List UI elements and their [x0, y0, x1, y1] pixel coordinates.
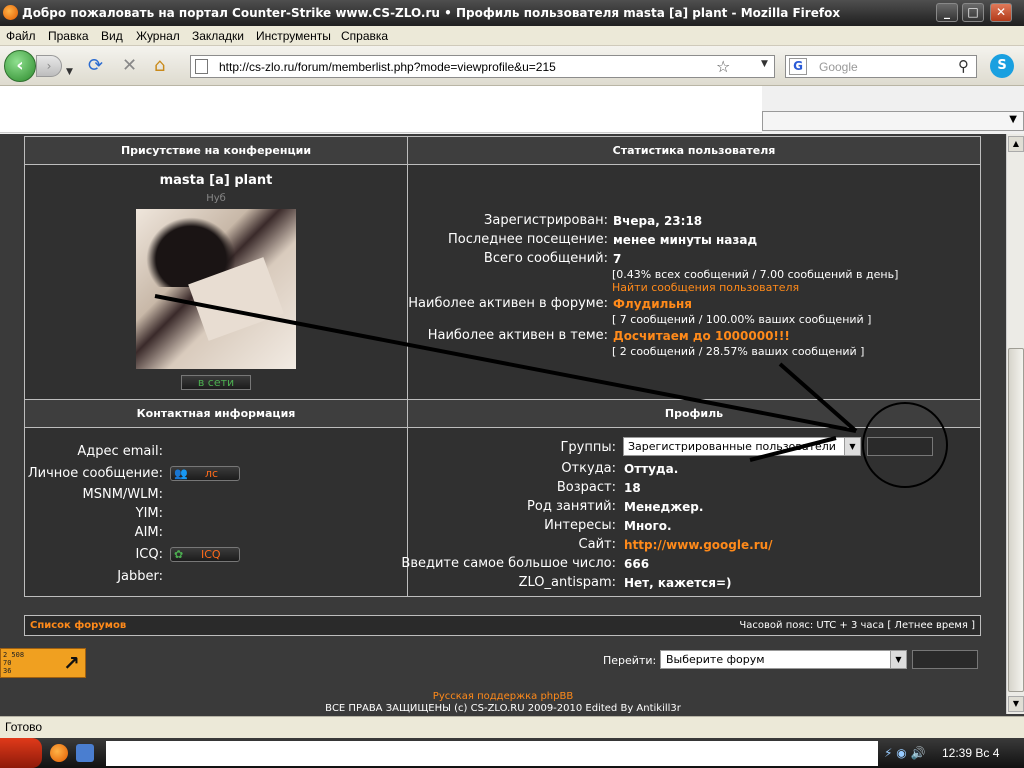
history-dropdown-icon[interactable]: ▼: [66, 62, 73, 82]
annotation-line-3: [749, 436, 837, 462]
reload-icon[interactable]: ⟳: [88, 56, 103, 76]
menu-edit[interactable]: Правка: [48, 29, 89, 43]
search-box[interactable]: G Google ⚲: [785, 55, 977, 78]
forward-button[interactable]: ›: [36, 55, 62, 77]
url-text: http://cs-zlo.ru/forum/memberlist.php?mo…: [219, 60, 556, 74]
google-icon[interactable]: G: [789, 58, 807, 75]
url-dropdown-icon[interactable]: ▼: [761, 59, 768, 69]
close-button[interactable]: ✕: [990, 3, 1012, 22]
menu-bookmarks[interactable]: Закладки: [192, 29, 244, 43]
annotation-line-1: [154, 294, 857, 433]
ie-taskbar-icon[interactable]: [76, 744, 94, 762]
maximize-button[interactable]: □: [962, 3, 984, 22]
taskbar-window-area[interactable]: [106, 741, 878, 766]
annotation-line-2: [778, 362, 858, 433]
home-icon[interactable]: ⌂: [154, 56, 165, 76]
search-icon[interactable]: ⚲: [958, 57, 969, 75]
menu-help[interactable]: Справка: [341, 29, 388, 43]
menu-history[interactable]: Журнал: [136, 29, 180, 43]
back-button[interactable]: ‹: [4, 50, 36, 82]
scroll-thumb[interactable]: [1008, 348, 1024, 692]
clock: 12:39 Вс 4: [942, 746, 1000, 760]
status-text: Готово: [5, 720, 43, 734]
menu-view[interactable]: Вид: [101, 29, 123, 43]
banner-dropdown[interactable]: ▼: [762, 111, 1024, 131]
menu-tools[interactable]: Инструменты: [256, 29, 331, 43]
search-placeholder: Google: [819, 60, 858, 74]
window-titlebar: Добро пожаловать на портал Counter-Strik…: [0, 0, 1024, 26]
start-button[interactable]: [0, 738, 42, 768]
chevron-down-icon: ▼: [1009, 114, 1017, 125]
stop-icon[interactable]: ✕: [122, 56, 137, 76]
menu-file[interactable]: Файл: [6, 29, 36, 43]
page-content: Присутствие на конференции masta [a] pla…: [0, 134, 1006, 714]
menu-bar: Файл Правка Вид Журнал Закладки Инструме…: [0, 26, 1024, 46]
taskbar: ⚡ ◉ 🔊 12:39 Вс 4: [0, 738, 1024, 768]
firefox-taskbar-icon[interactable]: [50, 744, 68, 762]
window-title: Добро пожаловать на портал Counter-Strik…: [22, 6, 841, 20]
status-bar: Готово: [0, 716, 1024, 738]
scroll-up-icon[interactable]: ▲: [1008, 136, 1024, 152]
address-bar[interactable]: http://cs-zlo.ru/forum/memberlist.php?mo…: [190, 55, 775, 78]
annotation-overlay: [154, 294, 948, 488]
banner-area: ▼: [0, 86, 1024, 134]
page-icon: [195, 59, 208, 74]
navigation-toolbar: ‹ › ▼ ⟳ ✕ ⌂ http://cs-zlo.ru/forum/membe…: [0, 46, 1024, 86]
annotation-circle: [862, 402, 948, 488]
banner-blank: [0, 86, 762, 133]
tray-icons: ⚡ ◉ 🔊: [884, 746, 926, 760]
scroll-down-icon[interactable]: ▼: [1008, 696, 1024, 712]
bookmark-star-icon[interactable]: ☆: [716, 57, 730, 76]
skype-icon[interactable]: S: [990, 54, 1014, 78]
vertical-scrollbar[interactable]: ▲ ▼: [1006, 134, 1024, 714]
minimize-button[interactable]: _: [936, 3, 958, 22]
firefox-icon: [3, 5, 18, 20]
